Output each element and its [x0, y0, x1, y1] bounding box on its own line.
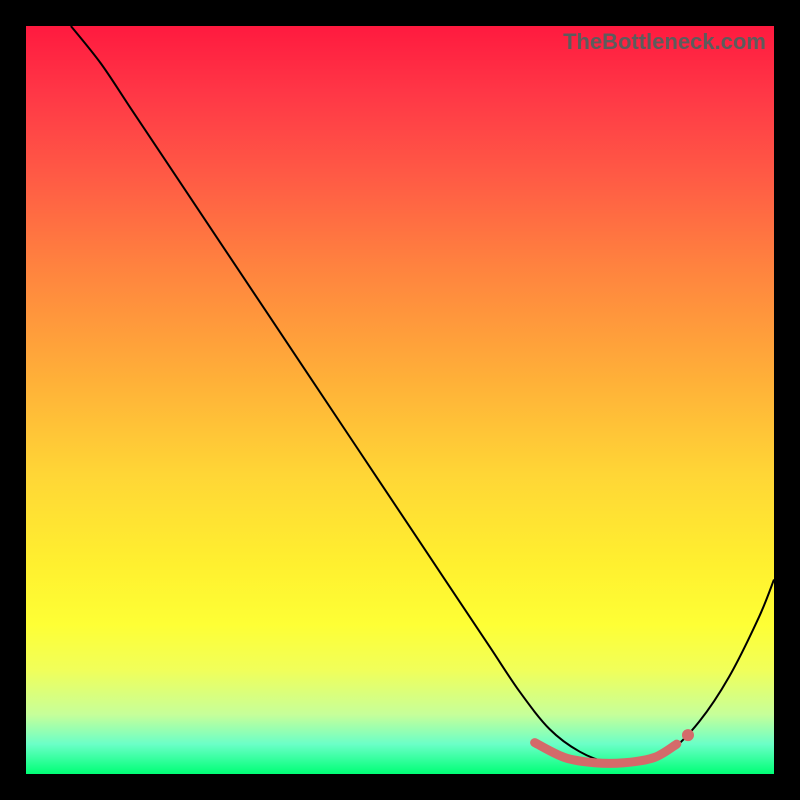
chart-svg — [26, 26, 774, 774]
optimal-range-marker — [535, 743, 677, 764]
optimal-end-dot-icon — [682, 729, 694, 741]
bottleneck-curve-line — [71, 26, 774, 764]
chart-plot-area: TheBottleneck.com — [26, 26, 774, 774]
